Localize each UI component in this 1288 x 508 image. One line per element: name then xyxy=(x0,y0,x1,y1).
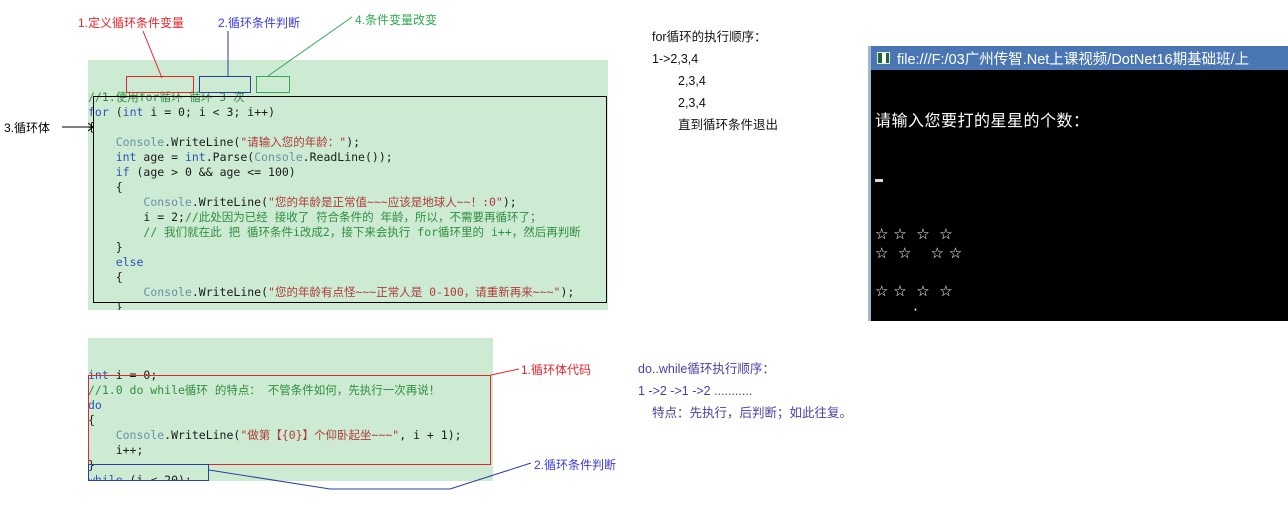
console-title-text: file:///F:/03广州传智.Net上课视频/DotNet16期基础班/上 xyxy=(897,51,1250,68)
console-star-output: ☆ ☆ ☆ ☆ ☆ ☆ ☆ ☆ ☆ ☆ ☆ ☆ · xyxy=(875,225,1288,320)
dowhile-order-line-1: 1 ->2 ->1 ->2 ........... xyxy=(638,384,753,398)
annotation-loop-body-code: 1.循环体代码 xyxy=(521,363,592,377)
leader-line-red-bottom xyxy=(490,368,520,376)
console-caret xyxy=(875,168,1288,187)
loop-body-box xyxy=(93,96,607,303)
console-star-line xyxy=(875,263,1288,282)
dowhile-order-note: do..while循环执行顺序： 1 ->2 ->1 ->2 .........… xyxy=(638,358,852,424)
console-title-bar[interactable]: file:///F:/03广州传智.Net上课视频/DotNet16期基础班/上 xyxy=(871,46,1288,70)
annotation-while-condition: 2.循环条件判断 xyxy=(534,458,617,472)
for-order-line-3: 2,3,4 xyxy=(678,96,706,110)
console-app-icon xyxy=(877,52,890,64)
console-star-line: ☆ ☆ ☆ ☆ xyxy=(875,225,953,243)
console-star-line: ☆ ☆ ☆ ☆ xyxy=(875,282,953,300)
for-order-note: for循环的执行顺序： 1->2,3,4 2,3,4 2,3,4 直到循环条件退… xyxy=(652,26,778,136)
increment-expression-box xyxy=(256,76,290,93)
for-order-title: for循环的执行顺序： xyxy=(652,30,767,44)
annotation-condition-change: 4.条件变量改变 xyxy=(355,13,438,27)
while-condition-box xyxy=(88,464,209,481)
for-order-line-2: 2,3,4 xyxy=(678,74,706,88)
dowhile-order-line-2: 特点：先执行，后判断；如此往复。 xyxy=(652,406,853,420)
console-prompt-text: 请输入您要打的星星的个数： xyxy=(875,111,1090,130)
annotation-loop-condition: 2.循环条件判断 xyxy=(218,16,301,30)
console-star-line: · xyxy=(875,301,918,319)
annotation-loop-body: 3.循环体 xyxy=(4,121,51,135)
console-output-area[interactable]: 请输入您要打的星星的个数： ☆ ☆ ☆ ☆ ☆ ☆ ☆ ☆ ☆ ☆ ☆ ☆ · xyxy=(871,70,1288,321)
console-window[interactable]: file:///F:/03广州传智.Net上课视频/DotNet16期基础班/上… xyxy=(868,46,1288,321)
condition-expression-box xyxy=(199,76,251,93)
do-while-body-box xyxy=(88,375,491,465)
annotation-define-loop-variable: 1.定义循环条件变量 xyxy=(78,16,185,30)
for-order-line-1: 1->2,3,4 xyxy=(652,52,699,66)
console-star-line: ☆ ☆ ☆ ☆ xyxy=(875,244,963,262)
dowhile-order-title: do..while循环执行顺序： xyxy=(638,362,775,376)
for-order-line-4: 直到循环条件退出 xyxy=(678,118,779,132)
init-expression-box xyxy=(126,76,194,93)
